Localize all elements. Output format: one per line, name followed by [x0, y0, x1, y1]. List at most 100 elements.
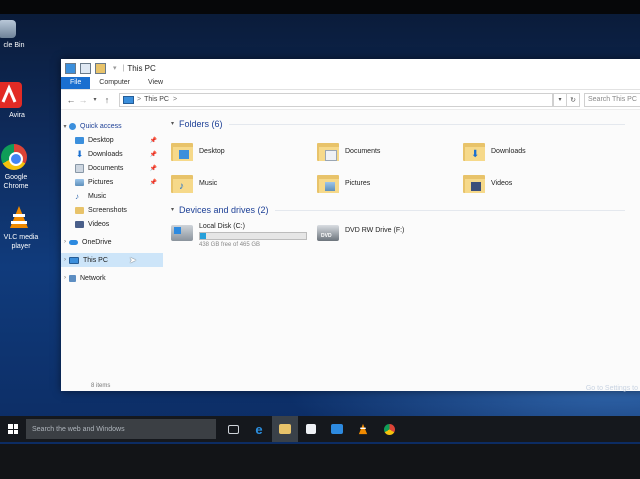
- explorer-body: ▾ Quick access Desktop 📌 ⬇ Downloads 📌 D…: [61, 109, 640, 381]
- star-icon: [69, 122, 76, 130]
- back-arrow-icon[interactable]: ←: [65, 95, 77, 105]
- group-header-drives[interactable]: ▾ Devices and drives (2): [171, 203, 640, 217]
- drive-dvd-f[interactable]: DVD DVD RW Drive (F:): [317, 223, 463, 248]
- tab-file[interactable]: File: [61, 77, 91, 89]
- cloud-icon: [69, 239, 78, 245]
- nav-item-videos[interactable]: Videos: [61, 217, 163, 231]
- taskbar-vlc[interactable]: [350, 416, 376, 442]
- collapse-icon[interactable]: ▾: [171, 203, 174, 217]
- up-arrow-icon[interactable]: ↑: [101, 95, 113, 105]
- nav-item-pictures[interactable]: Pictures 📌: [61, 175, 163, 189]
- new-folder-icon[interactable]: [95, 62, 106, 74]
- nav-this-pc[interactable]: › This PC ➤: [61, 253, 163, 267]
- nav-item-music[interactable]: ♪ Music: [61, 189, 163, 203]
- nav-quick-access[interactable]: ▾ Quick access: [61, 119, 163, 133]
- group-header-folders[interactable]: ▾ Folders (6): [171, 117, 640, 131]
- folder-label: Desktop: [199, 147, 225, 155]
- folder-documents[interactable]: Documents: [317, 135, 463, 167]
- nav-item-documents[interactable]: Documents 📌: [61, 161, 163, 175]
- mouse-cursor-icon: ➤: [129, 255, 137, 265]
- folders-grid: Desktop Documents ⬇ Downloads ♪ Music Pi…: [171, 135, 640, 199]
- chrome-icon: [1, 144, 27, 170]
- ribbon-tabs: File Computer View: [61, 77, 640, 90]
- folder-music[interactable]: ♪ Music: [171, 167, 317, 199]
- recent-locations-icon[interactable]: ▾: [89, 96, 101, 103]
- music-folder-icon: ♪: [171, 173, 193, 193]
- monitor-bezel-bottom: [0, 444, 640, 479]
- nav-label: Documents: [88, 164, 124, 172]
- dvd-drive-icon: DVD: [317, 225, 339, 241]
- folder-videos[interactable]: Videos: [463, 167, 609, 199]
- customize-toolbar-icon[interactable]: ▾: [113, 64, 117, 72]
- expand-icon[interactable]: ▾: [61, 123, 69, 130]
- drive-usage-bar: [199, 232, 307, 240]
- address-chevron: >: [173, 96, 178, 103]
- expand-icon[interactable]: ›: [61, 257, 69, 263]
- tab-computer[interactable]: Computer: [90, 77, 139, 89]
- taskbar-mail[interactable]: [324, 416, 350, 442]
- drive-label: DVD RW Drive (F:): [345, 227, 405, 234]
- navigation-pane: ▾ Quick access Desktop 📌 ⬇ Downloads 📌 D…: [61, 109, 163, 381]
- folder-downloads[interactable]: ⬇ Downloads: [463, 135, 609, 167]
- nav-label: Screenshots: [88, 206, 127, 214]
- network-icon: [69, 274, 76, 282]
- desktop-icon-label: Avira: [9, 112, 25, 119]
- desktop-icon-avira[interactable]: Avira: [0, 82, 36, 120]
- pc-icon: [123, 95, 134, 104]
- expand-icon[interactable]: ›: [61, 275, 69, 281]
- pin-icon: 📌: [149, 137, 157, 144]
- taskbar-chrome[interactable]: [376, 416, 402, 442]
- drive-local-c[interactable]: Local Disk (C:) 438 GB free of 465 GB: [171, 223, 317, 248]
- desktop-icon-vlc[interactable]: VLC media player: [0, 204, 46, 251]
- address-dropdown-icon[interactable]: ▾: [553, 92, 567, 107]
- taskbar: Search the web and Windows e: [0, 416, 640, 442]
- group-title: Devices and drives (2): [179, 205, 269, 215]
- folder-desktop[interactable]: Desktop: [171, 135, 317, 167]
- taskbar-store[interactable]: [298, 416, 324, 442]
- expand-icon[interactable]: ›: [61, 239, 69, 245]
- desktop-icon-recycle-bin[interactable]: cle Bin: [0, 20, 34, 50]
- nav-onedrive[interactable]: › OneDrive: [61, 235, 163, 249]
- nav-network[interactable]: › Network: [61, 271, 163, 285]
- nav-label: OneDrive: [82, 238, 112, 246]
- properties-icon[interactable]: [80, 62, 91, 74]
- folder-pictures[interactable]: Pictures: [317, 167, 463, 199]
- documents-icon: [75, 163, 84, 173]
- file-explorer-window: ▾ | This PC File Computer View ← → ▾ ↑ >…: [61, 59, 640, 391]
- pc-icon: [69, 256, 79, 264]
- start-button[interactable]: [0, 416, 26, 442]
- address-bar[interactable]: > This PC >: [119, 92, 553, 107]
- address-chevron: >: [137, 96, 142, 103]
- window-title: This PC: [127, 63, 156, 73]
- nav-item-downloads[interactable]: ⬇ Downloads 📌: [61, 147, 163, 161]
- nav-label: Videos: [88, 220, 110, 228]
- nav-label: Downloads: [88, 150, 123, 158]
- videos-folder-icon: [463, 173, 485, 193]
- documents-folder-icon: [317, 141, 339, 161]
- taskbar-edge[interactable]: e: [246, 416, 272, 442]
- title-bar: ▾ | This PC: [61, 59, 640, 77]
- monitor-bezel-top: [0, 0, 640, 14]
- group-divider: [228, 123, 625, 125]
- drive-free-space: 438 GB free of 465 GB: [199, 242, 261, 248]
- pin-icon: 📌: [149, 151, 157, 158]
- forward-arrow-icon[interactable]: →: [77, 95, 89, 105]
- desktop-icon-label: VLC media player: [3, 234, 39, 250]
- group-title: Folders (6): [179, 119, 223, 129]
- pin-icon: 📌: [149, 165, 157, 172]
- nav-item-desktop[interactable]: Desktop 📌: [61, 133, 163, 147]
- nav-label: Pictures: [88, 178, 114, 186]
- collapse-icon[interactable]: ▾: [171, 117, 174, 131]
- taskbar-search-input[interactable]: Search the web and Windows: [26, 419, 216, 439]
- folder-label: Music: [199, 179, 218, 187]
- address-path: This PC: [144, 96, 169, 103]
- refresh-icon[interactable]: ↻: [567, 92, 580, 107]
- group-divider: [274, 209, 625, 211]
- drive-usage-fill: [200, 233, 207, 239]
- desktop-icon-chrome[interactable]: Google Chrome: [0, 144, 41, 191]
- nav-item-screenshots[interactable]: Screenshots: [61, 203, 163, 217]
- tab-view[interactable]: View: [139, 77, 172, 89]
- taskbar-file-explorer[interactable]: [272, 416, 298, 442]
- task-view-button[interactable]: [220, 416, 246, 442]
- search-input[interactable]: Search This PC: [584, 92, 640, 107]
